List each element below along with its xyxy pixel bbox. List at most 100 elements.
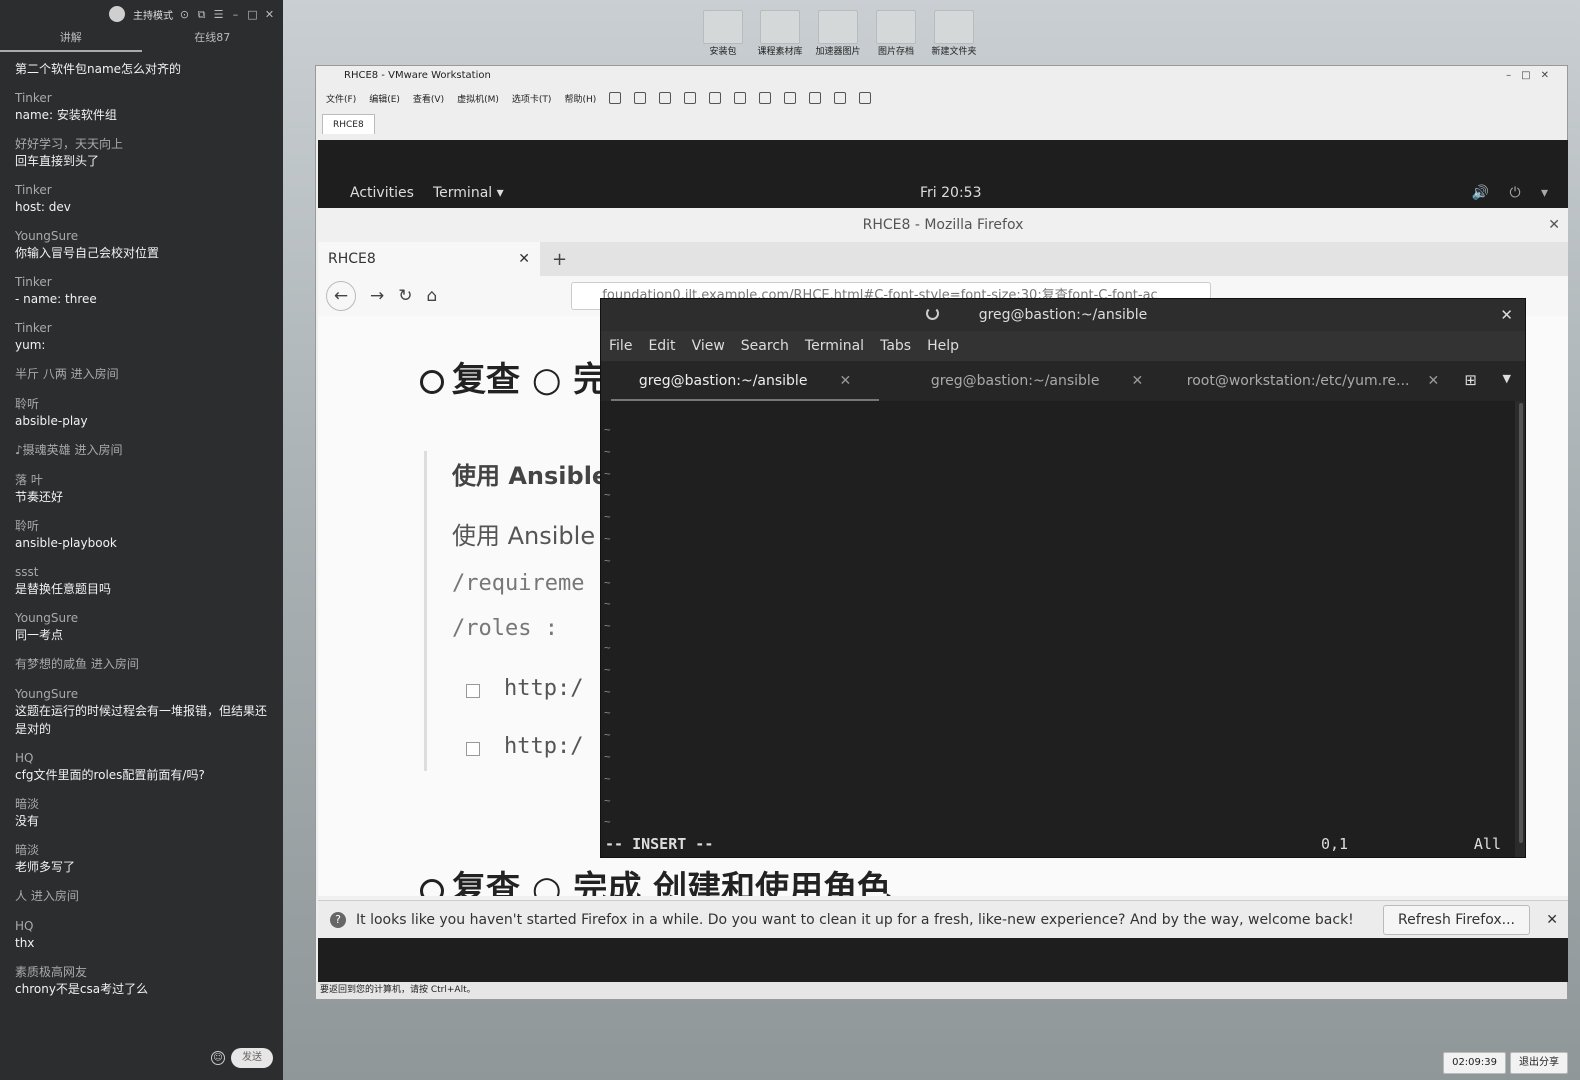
menu-tabs[interactable]: 选项卡(T) (512, 92, 552, 105)
chat-message: 素质极高网友 chrony不是csa考过了么 (15, 964, 268, 998)
tab-discussion[interactable]: 讲解 (0, 28, 142, 52)
close-tab-icon[interactable]: ✕ (1428, 373, 1440, 389)
menu-view[interactable]: 查看(V) (413, 92, 444, 105)
share-icon[interactable]: ⧉ (196, 9, 207, 20)
checkbox[interactable] (466, 684, 480, 698)
activities-button[interactable]: Activities (350, 185, 414, 201)
close-tab-icon[interactable]: ✕ (839, 373, 851, 389)
menu-edit[interactable]: 编辑(E) (369, 92, 400, 105)
stretch-icon[interactable] (859, 92, 872, 104)
chat-username: 素质极高网友 (15, 965, 88, 979)
radio-icon[interactable] (420, 878, 444, 896)
desktop-icon[interactable]: 安装包 (699, 10, 747, 57)
home-icon[interactable]: ⌂ (427, 286, 438, 306)
exit-share-button[interactable]: 退出分享 (1510, 1052, 1568, 1074)
firefox-tab[interactable]: RHCE8 ✕ (318, 242, 540, 276)
menu-help[interactable]: Help (927, 338, 959, 354)
vmware-tab-rhce8[interactable]: RHCE8 (322, 114, 375, 134)
link[interactable]: http:/ (504, 734, 583, 759)
thumbnail-view-icon[interactable] (759, 92, 772, 104)
busy-spinner-icon (926, 307, 939, 320)
desktop-icon[interactable]: 图片存档 (872, 10, 920, 57)
firefox-tabstrip: RHCE8 ✕ + (318, 242, 1568, 276)
vim-empty-line-marker: ~ (604, 706, 611, 720)
pause-icon[interactable] (609, 92, 622, 104)
app-menu-terminal[interactable]: Terminal ▾ (433, 185, 504, 201)
clock[interactable]: Fri 20:53 (920, 185, 981, 201)
refresh-firefox-button[interactable]: Refresh Firefox... (1382, 905, 1530, 935)
terminal-tab[interactable]: root@workstation:/etc/yum.re... ✕ (1179, 361, 1447, 401)
close-tab-icon[interactable]: ✕ (1131, 373, 1143, 389)
chat-text: cfg文件里面的roles配置前面有/吗? (15, 768, 205, 782)
settings-icon[interactable]: ⊙ (179, 9, 190, 20)
checkbox[interactable] (466, 742, 480, 756)
menu-terminal[interactable]: Terminal (805, 338, 864, 354)
minimize-icon[interactable]: – (230, 9, 241, 20)
forward-icon[interactable]: → (370, 286, 384, 306)
menu-tabs[interactable]: Tabs (880, 338, 911, 354)
chat-text: - name: three (15, 292, 97, 306)
close-icon[interactable]: ✕ (264, 9, 275, 20)
chat-username: Tinker (15, 321, 52, 335)
console-icon[interactable] (834, 92, 847, 104)
fullscreen-icon[interactable] (784, 92, 797, 104)
desktop-icon[interactable]: 课程素材库 (756, 10, 804, 57)
vim-empty-line-marker: ~ (604, 532, 611, 545)
send-keys-icon[interactable] (634, 92, 647, 104)
vim-empty-line-marker: ~ (604, 771, 611, 785)
window-controls[interactable]: –□✕ (1506, 66, 1559, 86)
link[interactable]: http:/ (504, 676, 583, 701)
reload-icon[interactable]: ↻ (398, 286, 412, 306)
menu-view[interactable]: View (692, 338, 725, 354)
menu-help[interactable]: 帮助(H) (564, 92, 596, 105)
close-icon[interactable]: ✕ (1546, 901, 1558, 939)
system-notice: ♪摄魂英雄 进入房间 (15, 443, 123, 457)
close-tab-icon[interactable]: ✕ (518, 242, 530, 276)
chat-text: 同一考点 (15, 628, 64, 642)
tabs-dropdown-icon[interactable]: ▼ (1503, 372, 1511, 385)
chat-text: 这题在运行的时候过程会有一堆报错，但结果还是对的 (15, 704, 268, 736)
menu-search[interactable]: Search (741, 338, 789, 354)
chat-username: Tinker (15, 275, 52, 289)
emoji-icon[interactable]: ☺ (211, 1051, 225, 1065)
vmware-statusbar: 要返回到您的计算机，请按 Ctrl+Alt。 (316, 981, 1567, 999)
menu-icon[interactable]: ☰ (213, 9, 224, 20)
system-menu[interactable]: 🔊 ⏻ ▾ (1472, 185, 1556, 201)
new-tab-icon[interactable]: + (552, 249, 567, 270)
vim-empty-line-marker: ~ (604, 728, 611, 742)
close-icon[interactable]: ✕ (1500, 299, 1513, 331)
desktop-icon[interactable]: 加速器图片 (814, 10, 862, 57)
back-icon[interactable]: ← (326, 281, 356, 311)
folder-icon (876, 10, 916, 44)
path-requirements: /requireme (452, 571, 585, 596)
terminal-tab[interactable]: greg@bastion:~/ansible ✕ (611, 361, 879, 401)
snapshot-icon[interactable] (659, 92, 672, 104)
chat-username: HQ (15, 751, 34, 765)
chat-username: 好好学习，天天向上 (15, 137, 124, 151)
vim-empty-line-marker: ~ (604, 510, 611, 524)
terminal-tab[interactable]: greg@bastion:~/ansible ✕ (901, 361, 1173, 401)
chat-message: HQ cfg文件里面的roles配置前面有/吗? (15, 750, 268, 784)
menu-vm[interactable]: 虚拟机(M) (457, 92, 499, 105)
vim-editor[interactable]: -- INSERT -- 0,1 All ~ ~ ~ ~ ~ ~ ~ ~ ~ ~ ~ ~ ~ ~ ~ ~ ~ ~ ~ (601, 401, 1515, 857)
manage-snapshots-icon[interactable] (709, 92, 722, 104)
menu-file[interactable]: File (609, 338, 632, 354)
library-view-icon[interactable] (734, 92, 747, 104)
chat-text: name: 安装软件组 (15, 108, 117, 122)
desktop-icon[interactable]: 新建文件夹 (930, 10, 978, 57)
new-tab-icon[interactable]: ⊞ (1464, 371, 1477, 389)
revert-snapshot-icon[interactable] (684, 92, 697, 104)
close-icon[interactable]: ✕ (1548, 208, 1560, 242)
tab-online[interactable]: 在线87 (142, 28, 284, 52)
chat-text: chrony不是csa考过了么 (15, 982, 149, 996)
send-button[interactable]: 发送 (231, 1048, 273, 1068)
chat-username: Tinker (15, 91, 52, 105)
menu-edit[interactable]: Edit (648, 338, 675, 354)
maximize-icon[interactable]: □ (247, 9, 258, 20)
unity-icon[interactable] (809, 92, 822, 104)
chat-message: 好好学习，天天向上 回车直接到头了 (15, 136, 268, 170)
menu-file[interactable]: 文件(F) (326, 92, 356, 105)
radio-icon[interactable] (420, 369, 444, 394)
vim-empty-line-marker: ~ (604, 575, 611, 589)
scrollbar[interactable] (1519, 403, 1523, 843)
